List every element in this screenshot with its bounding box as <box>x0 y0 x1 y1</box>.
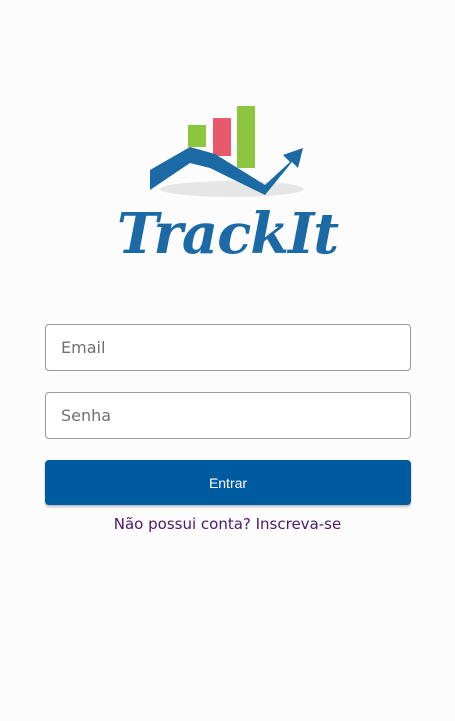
signup-link[interactable]: Não possui conta? Inscreva-se <box>0 515 455 533</box>
login-button[interactable]: Entrar <box>45 460 411 505</box>
logo-shadow <box>160 181 304 197</box>
logo-bar-green-small <box>188 125 206 147</box>
logo-text: TrackIt <box>116 201 339 267</box>
email-field[interactable] <box>45 324 411 371</box>
chart-arrow-logo-icon <box>150 106 304 197</box>
logo-bar-red <box>213 118 231 156</box>
password-field[interactable] <box>45 392 411 439</box>
logo-bar-green-tall <box>237 106 255 168</box>
trackit-logo: TrackIt <box>0 0 455 300</box>
